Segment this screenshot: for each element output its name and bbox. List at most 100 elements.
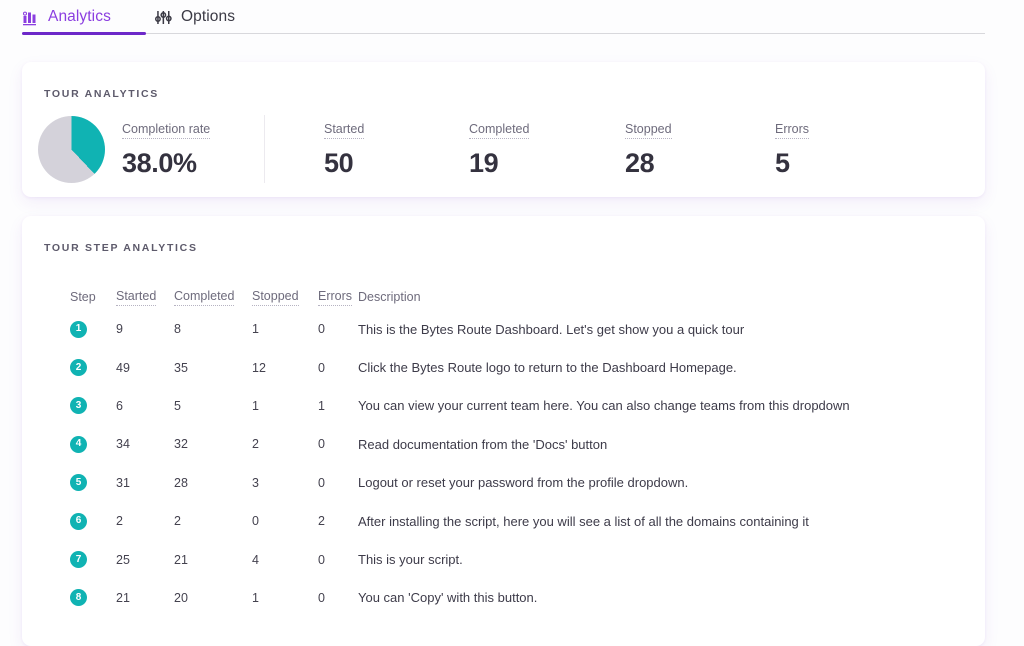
cell-completed: 5 bbox=[174, 398, 181, 413]
step-badge: 7 bbox=[70, 551, 116, 569]
cell-errors: 0 bbox=[318, 590, 325, 605]
cell-started: 34 bbox=[116, 437, 130, 452]
stat-errors-label: Errors bbox=[775, 122, 810, 139]
cell-stopped: 12 bbox=[252, 360, 266, 375]
cell-stopped: 1 bbox=[252, 398, 259, 413]
stat-errors-value: 5 bbox=[775, 147, 790, 178]
cell-errors: 0 bbox=[318, 322, 325, 337]
cell-stopped: 1 bbox=[252, 590, 259, 605]
cell-started: 25 bbox=[116, 552, 130, 567]
cell-errors: 0 bbox=[318, 552, 325, 567]
cell-description: Click the Bytes Route logo to return to … bbox=[358, 360, 737, 376]
cell-description: This is your script. bbox=[358, 552, 463, 568]
step-number: 3 bbox=[70, 397, 87, 415]
step-badge: 6 bbox=[70, 512, 116, 530]
cell-started: 2 bbox=[116, 514, 123, 529]
stat-started-value: 50 bbox=[324, 147, 354, 178]
step-badge: 3 bbox=[70, 397, 116, 415]
tour-analytics-title: TOUR ANALYTICS bbox=[44, 88, 160, 100]
stat-completion-rate: Completion rate 38.0% bbox=[122, 120, 254, 179]
step-badge: 1 bbox=[70, 320, 116, 338]
column-header-errors: Errors bbox=[318, 289, 358, 306]
cell-stopped: 1 bbox=[252, 322, 259, 337]
step-number: 5 bbox=[70, 474, 87, 492]
cell-completed: 21 bbox=[174, 552, 188, 567]
cell-started: 31 bbox=[116, 475, 130, 490]
step-badge: 2 bbox=[70, 359, 116, 377]
cell-completed: 28 bbox=[174, 475, 188, 490]
stat-stopped: Stopped 28 bbox=[625, 120, 775, 179]
step-number: 1 bbox=[70, 320, 87, 338]
cell-started: 49 bbox=[116, 360, 130, 375]
cell-started: 6 bbox=[116, 398, 123, 413]
cell-completed: 20 bbox=[174, 590, 188, 605]
tab-analytics-label: Analytics bbox=[48, 8, 111, 25]
cell-errors: 0 bbox=[318, 437, 325, 452]
step-badge: 8 bbox=[70, 589, 116, 607]
cell-errors: 1 bbox=[318, 398, 325, 413]
table-row: 6 2 2 0 2 After installing the script, here y… bbox=[22, 502, 985, 540]
tour-analytics-card: TOUR ANALYTICS Completion rate 38.0% Sta… bbox=[22, 62, 985, 197]
cell-description: You can 'Copy' with this button. bbox=[358, 590, 538, 606]
sliders-icon bbox=[154, 9, 172, 26]
cell-completed: 35 bbox=[174, 360, 188, 375]
cell-completed: 8 bbox=[174, 322, 181, 337]
tab-options-label: Options bbox=[180, 8, 236, 25]
column-header-stopped: Stopped bbox=[252, 289, 318, 306]
table-row: 5 31 28 3 0 Logout or reset your password fro… bbox=[22, 464, 985, 502]
cell-stopped: 4 bbox=[252, 552, 259, 567]
table-row: 4 34 32 2 0 Read documentation from the 'Docs… bbox=[22, 425, 985, 463]
stat-started: Started 50 bbox=[324, 120, 469, 179]
tour-step-analytics-card: TOUR STEP ANALYTICS Step Started Complet… bbox=[22, 216, 985, 646]
cell-stopped: 3 bbox=[252, 475, 259, 490]
cell-stopped: 2 bbox=[252, 437, 259, 452]
step-number: 6 bbox=[70, 512, 87, 530]
cell-description: Logout or reset your password from the p… bbox=[358, 475, 689, 491]
column-header-started: Started bbox=[116, 289, 174, 306]
cell-errors: 2 bbox=[318, 514, 325, 529]
column-header-completed: Completed bbox=[174, 289, 252, 306]
tab-options[interactable]: Options bbox=[154, 0, 253, 34]
table-header-row: Step Started Completed Stopped Errors De… bbox=[22, 284, 985, 310]
step-number: 4 bbox=[70, 435, 87, 453]
cell-started: 21 bbox=[116, 590, 130, 605]
table-row: 7 25 21 4 0 This is your script. bbox=[22, 540, 985, 578]
table-row: 8 21 20 1 0 You can 'Copy' with this button. bbox=[22, 579, 985, 617]
stat-errors: Errors 5 bbox=[775, 120, 895, 179]
column-header-description: Description bbox=[358, 289, 421, 304]
table-row: 2 49 35 12 0 Click the Bytes Route logo to re… bbox=[22, 348, 985, 386]
tab-active-indicator bbox=[22, 31, 146, 35]
cell-completed: 32 bbox=[174, 437, 188, 452]
step-number: 8 bbox=[70, 589, 87, 607]
cell-stopped: 0 bbox=[252, 514, 259, 529]
step-analytics-table: Step Started Completed Stopped Errors De… bbox=[22, 254, 985, 617]
tab-bar: Analytics Options bbox=[0, 0, 1024, 40]
stat-completed-value: 19 bbox=[469, 147, 499, 178]
stat-completed: Completed 19 bbox=[469, 120, 625, 179]
stat-stopped-value: 28 bbox=[625, 147, 655, 178]
cell-description: Read documentation from the 'Docs' butto… bbox=[358, 436, 608, 452]
tour-step-analytics-title: TOUR STEP ANALYTICS bbox=[44, 242, 198, 254]
step-badge: 5 bbox=[70, 474, 116, 492]
completion-rate-pie-chart bbox=[38, 115, 105, 183]
table-row: 3 6 5 1 1 You can view your current team here… bbox=[22, 387, 985, 425]
cell-description: After installing the script, here you wi… bbox=[358, 513, 809, 529]
stats-divider bbox=[264, 115, 265, 183]
cell-errors: 0 bbox=[318, 360, 325, 375]
tab-analytics[interactable]: Analytics bbox=[22, 0, 146, 35]
stat-stopped-label: Stopped bbox=[625, 122, 672, 139]
table-row: 1 9 8 1 0 This is the Bytes Route Dashboard. … bbox=[22, 310, 985, 348]
stat-completion-rate-label: Completion rate bbox=[122, 122, 211, 139]
stat-completed-label: Completed bbox=[469, 122, 530, 139]
bar-chart-icon bbox=[22, 9, 39, 26]
step-number: 7 bbox=[70, 551, 87, 569]
step-number: 2 bbox=[70, 359, 87, 377]
cell-completed: 2 bbox=[174, 514, 181, 529]
summary-stats-row: Completion rate 38.0% Started 50 Complet… bbox=[22, 100, 985, 183]
stat-completion-rate-value: 38.0% bbox=[122, 147, 197, 178]
cell-description: You can view your current team here. You… bbox=[358, 398, 850, 414]
stat-started-label: Started bbox=[324, 122, 365, 139]
cell-description: This is the Bytes Route Dashboard. Let's… bbox=[358, 321, 745, 337]
cell-errors: 0 bbox=[318, 475, 325, 490]
step-badge: 4 bbox=[70, 435, 116, 453]
